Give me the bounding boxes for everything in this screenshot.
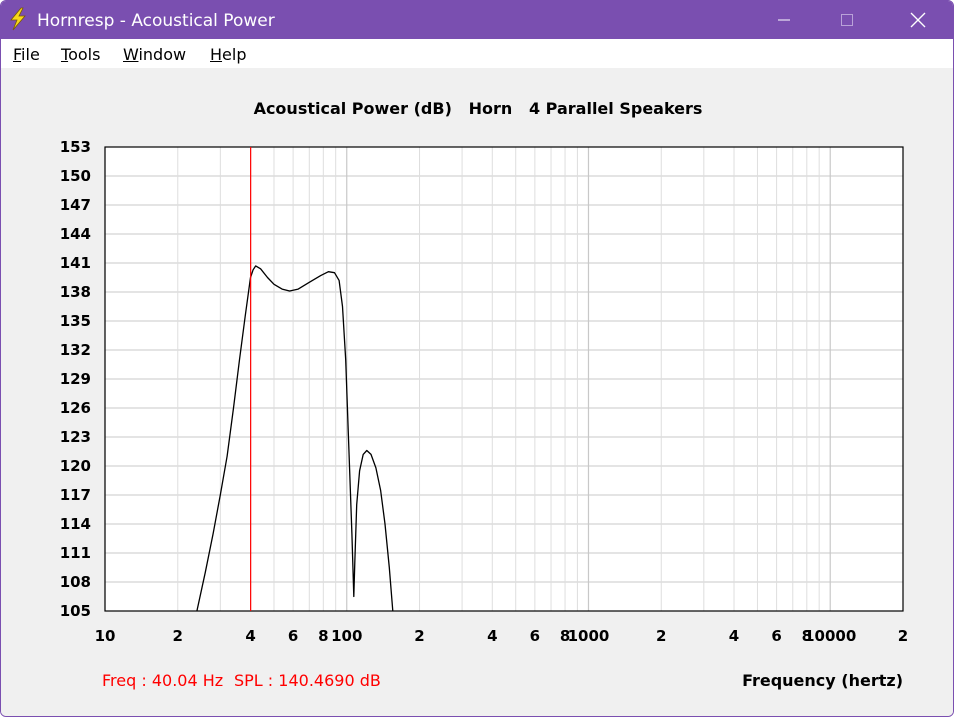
x-tick-label: 10 (95, 627, 116, 645)
x-tick-label: 6 (771, 627, 781, 645)
x-tick-label: 10000 (804, 627, 856, 645)
y-tick-label: 129 (60, 370, 91, 388)
y-tick-label: 153 (60, 138, 91, 156)
x-tick-label: 4 (245, 627, 255, 645)
lightning-icon (10, 7, 26, 31)
app-window: Hornresp - Acoustical Power File Tools W… (0, 0, 954, 717)
y-tick-label: 147 (60, 196, 91, 214)
x-tick-labels: 10 2 4 6 8 100 2 4 6 81000 2 4 6 810000 2 (95, 627, 909, 645)
maximize-icon (841, 14, 853, 26)
title-bar[interactable]: Hornresp - Acoustical Power (1, 1, 953, 39)
y-tick-label: 120 (60, 457, 91, 475)
y-tick-label: 132 (60, 341, 91, 359)
chart-grid (104, 146, 904, 612)
y-tick-label: 135 (60, 312, 91, 330)
chart-title: Acoustical Power (dB) Horn 4 Parallel Sp… (254, 99, 703, 118)
menu-window[interactable]: Window (123, 45, 186, 64)
minimize-icon (778, 19, 790, 21)
y-tick-label: 144 (60, 225, 91, 243)
y-tick-label: 123 (60, 428, 91, 446)
menu-file[interactable]: File (13, 45, 40, 64)
y-tick-label: 114 (60, 515, 91, 533)
close-button[interactable] (895, 1, 941, 39)
y-tick-label: 117 (60, 486, 91, 504)
freq-readout: Freq : 40.04 Hz (102, 671, 223, 690)
x-tick-label: 2 (414, 627, 424, 645)
x-tick-label: 2 (656, 627, 666, 645)
y-tick-label: 126 (60, 399, 91, 417)
menu-tools[interactable]: Tools (61, 45, 100, 64)
y-tick-label: 111 (60, 544, 91, 562)
chart-area: Acoustical Power (dB) Horn 4 Parallel Sp… (1, 68, 953, 716)
x-tick-label: 1000 (568, 627, 610, 645)
x-tick-label: 4 (729, 627, 739, 645)
menu-bar: File Tools Window Help (1, 39, 953, 68)
spl-readout: SPL : 140.4690 dB (234, 671, 381, 690)
x-tick-label: 6 (530, 627, 540, 645)
x-tick-label: 2 (173, 627, 183, 645)
x-axis-label: Frequency (hertz) (742, 671, 903, 690)
y-tick-label: 138 (60, 283, 91, 301)
menu-help[interactable]: Help (210, 45, 246, 64)
y-tick-label: 108 (60, 573, 91, 591)
x-tick-label: 2 (898, 627, 908, 645)
y-tick-labels: 153 150 147 144 141 138 135 132 129 126 123 120 117 1… (60, 138, 91, 620)
y-tick-label: 141 (60, 254, 91, 272)
y-tick-label: 105 (60, 602, 91, 620)
window-title: Hornresp - Acoustical Power (37, 11, 275, 31)
x-tick-label: 6 (288, 627, 298, 645)
x-tick-label: 100 (331, 627, 362, 645)
close-icon (910, 12, 926, 28)
x-tick-label: 8 (318, 627, 328, 645)
x-tick-label: 4 (487, 627, 497, 645)
minimize-button[interactable] (761, 1, 807, 39)
y-tick-label: 150 (60, 167, 91, 185)
acoustical-power-chart[interactable]: Acoustical Power (dB) Horn 4 Parallel Sp… (1, 68, 953, 716)
maximize-button[interactable] (824, 1, 870, 39)
